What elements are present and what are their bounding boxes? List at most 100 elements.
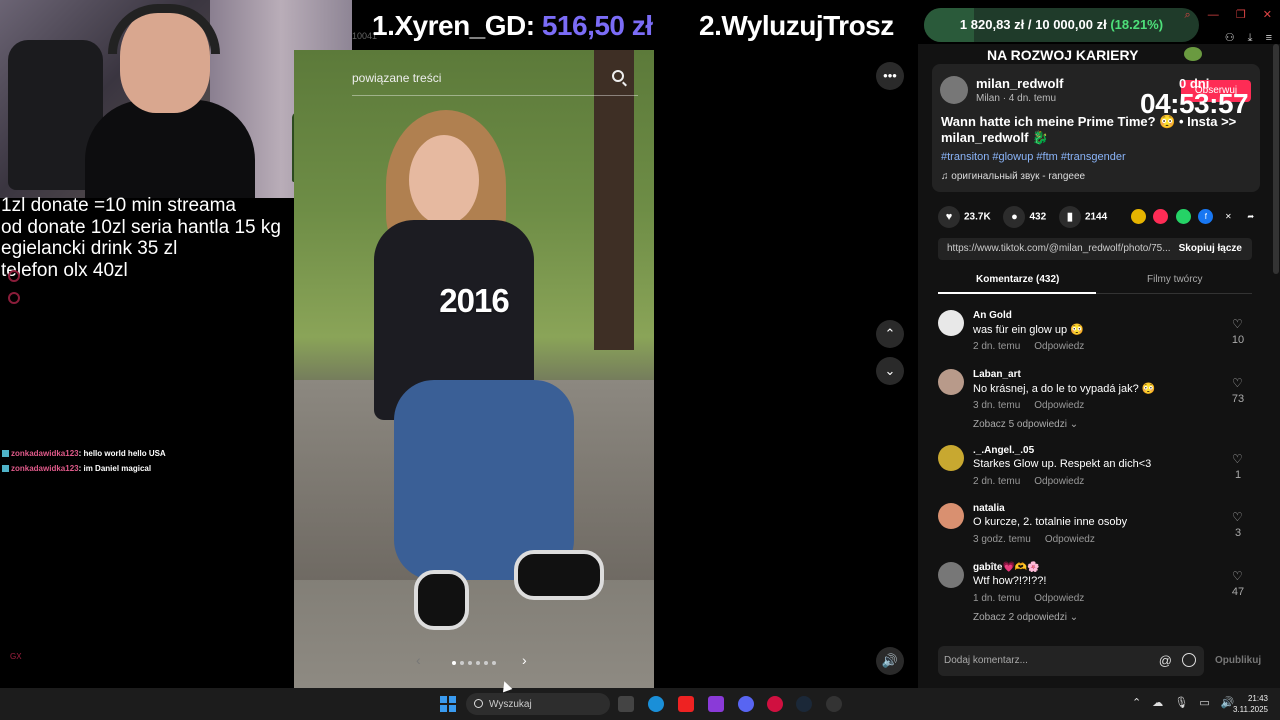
chat-text: : hello world hello USA	[78, 449, 166, 458]
post-url[interactable]: https://www.tiktok.com/@milan_redwolf/ph…	[947, 243, 1177, 254]
like-button[interactable]: ♥ 23.7K	[938, 206, 991, 228]
comment-like-icon[interactable]: ♡	[1232, 377, 1244, 389]
comment-avatar[interactable]	[938, 310, 964, 336]
heart-icon: ♥	[938, 206, 960, 228]
author-display: Milan	[976, 93, 1000, 104]
search-icon[interactable]: ⌕	[1185, 9, 1191, 21]
pagination-dot[interactable]	[492, 660, 496, 665]
publish-button[interactable]: Opublikuj	[1215, 655, 1261, 666]
opera-gx-icon[interactable]	[767, 696, 783, 712]
profile-icon[interactable]: ⚇	[1225, 32, 1235, 44]
download-icon[interactable]: ⤓	[1248, 32, 1253, 44]
like-count: 23.7K	[964, 211, 991, 223]
taskbar-search[interactable]: Wyszukaj	[466, 693, 610, 715]
comment-author[interactable]: ._.Angel._.05	[973, 445, 1034, 456]
x-icon[interactable]: ✕	[1221, 209, 1236, 224]
maximize-icon[interactable]: ❐	[1236, 9, 1246, 21]
close-icon[interactable]: ✕	[1263, 9, 1272, 21]
cloud-icon[interactable]: ☁	[1152, 697, 1163, 709]
comment-input[interactable]: Dodaj komentarz... @	[938, 646, 1204, 676]
comment-author[interactable]: natalia	[973, 503, 1005, 514]
comment-avatar[interactable]	[938, 503, 964, 529]
minimize-icon[interactable]: —	[1208, 9, 1219, 21]
donation-line: od donate 10zl seria hantla 15 kg	[1, 216, 281, 238]
comment-like-icon[interactable]: ♡	[1232, 318, 1244, 330]
steam-icon[interactable]	[796, 696, 812, 712]
pagination-dot[interactable]	[476, 660, 480, 665]
pagination-dot[interactable]	[452, 660, 456, 665]
person-face	[409, 135, 479, 225]
more-options-button[interactable]: •••	[876, 62, 904, 90]
emoji-icon[interactable]	[1182, 653, 1196, 667]
save-button[interactable]: ▮ 2144	[1058, 206, 1108, 228]
reply-button[interactable]: Odpowiedz	[1034, 341, 1084, 352]
discord-icon[interactable]	[738, 696, 754, 712]
share-icon[interactable]: ➦	[1243, 209, 1258, 224]
task-view-icon[interactable]	[618, 696, 634, 712]
settings-icon[interactable]	[8, 292, 20, 304]
volume-icon[interactable]: 🔊	[876, 647, 904, 675]
pagination-dot[interactable]	[468, 660, 472, 665]
snipping-icon[interactable]	[708, 696, 724, 712]
youtube-icon[interactable]	[678, 696, 694, 712]
next-photo-icon[interactable]: ›	[522, 652, 527, 668]
whatsapp-icon[interactable]	[1175, 209, 1191, 225]
post-photo[interactable]: 2016 powiązane treści ‹ ›	[294, 50, 654, 688]
tab-comments[interactable]: Komentarze (432)	[976, 274, 1059, 285]
reply-button[interactable]: Odpowiedz	[1034, 593, 1084, 604]
comment-meta: 2 dn. temu Odpowiedz	[973, 476, 1084, 487]
app-icon[interactable]	[826, 696, 842, 712]
comment-button[interactable]: ● 432	[1003, 206, 1046, 228]
goal-title: NA ROZWOJ KARIERY	[987, 47, 1139, 63]
comment-meta: 3 godz. temu Odpowiedz	[973, 534, 1095, 545]
view-replies-button[interactable]: Zobacz 2 odpowiedzi ⌄	[973, 612, 1078, 623]
network-icon[interactable]: ▭	[1199, 697, 1209, 709]
taskbar-search-label: Wyszukaj	[489, 699, 532, 710]
post-sound[interactable]: ♫ оригинальный звук - rangeee	[941, 171, 1085, 182]
mention-icon[interactable]: @	[1159, 653, 1172, 668]
share-options: f ✕ ➦	[1131, 208, 1261, 226]
panel-scrollbar[interactable]	[1273, 44, 1279, 274]
comment-avatar[interactable]	[938, 445, 964, 471]
gx-label[interactable]: GX	[10, 652, 22, 661]
comment-item: An Gold was für ein glow up 😳 2 dn. temu Od…	[938, 310, 1258, 370]
donation-line: egielancki drink 35 zl	[1, 238, 178, 259]
send-icon[interactable]	[1153, 209, 1169, 225]
menu-icon[interactable]: ≡	[1266, 32, 1272, 44]
chevron-up-icon[interactable]: ⌃	[1132, 697, 1141, 709]
edge-icon[interactable]	[648, 696, 664, 712]
screen: 1zl donate =10 min streama od donate 10z…	[0, 0, 1280, 720]
related-search-bar[interactable]: powiązane treści	[352, 58, 638, 96]
author-avatar[interactable]	[940, 76, 968, 104]
pagination-dot[interactable]	[460, 660, 464, 665]
reply-button[interactable]: Odpowiedz	[1045, 534, 1095, 545]
view-replies-button[interactable]: Zobacz 5 odpowiedzi ⌄	[973, 419, 1078, 430]
comment-author[interactable]: gabîte💗🫶🌸	[973, 562, 1040, 573]
facebook-icon[interactable]: f	[1198, 209, 1214, 225]
comment-like-icon[interactable]: ♡	[1232, 511, 1244, 523]
embed-icon[interactable]	[1131, 209, 1146, 225]
windows-start-icon[interactable]	[440, 696, 456, 712]
reply-button[interactable]: Odpowiedz	[1034, 400, 1084, 411]
chevron-down-icon[interactable]: ⌄	[876, 357, 904, 385]
post-hashtags[interactable]: #transiton #glowup #ftm #transgender	[941, 151, 1126, 163]
comment-avatar[interactable]	[938, 369, 964, 395]
reply-button[interactable]: Odpowiedz	[1034, 476, 1084, 487]
comment-item: natalia O kurcze, 2. totalnie inne osoby 3…	[938, 503, 1258, 563]
sneaker	[514, 550, 604, 600]
author-name[interactable]: milan_redwolf	[976, 76, 1063, 91]
tab-creator-videos[interactable]: Filmy twórcy	[1147, 274, 1203, 285]
save-count: 2144	[1084, 211, 1108, 223]
comment-author[interactable]: An Gold	[973, 310, 1012, 321]
comment-like-icon[interactable]: ♡	[1232, 453, 1244, 465]
comment-avatar[interactable]	[938, 562, 964, 588]
pagination-dot[interactable]	[484, 660, 488, 665]
comment-like-icon[interactable]: ♡	[1232, 570, 1244, 582]
sidebar-icon[interactable]	[8, 270, 20, 282]
copy-link-button[interactable]: Skopiuj łącze	[1179, 243, 1242, 254]
chevron-up-icon[interactable]: ⌃	[876, 320, 904, 348]
search-icon[interactable]	[612, 70, 624, 82]
taskbar-clock[interactable]: 21:43 3.11.2025	[1228, 693, 1268, 715]
microphone-icon[interactable]: 🎙	[1174, 697, 1188, 709]
comment-author[interactable]: Laban_art	[973, 369, 1021, 380]
